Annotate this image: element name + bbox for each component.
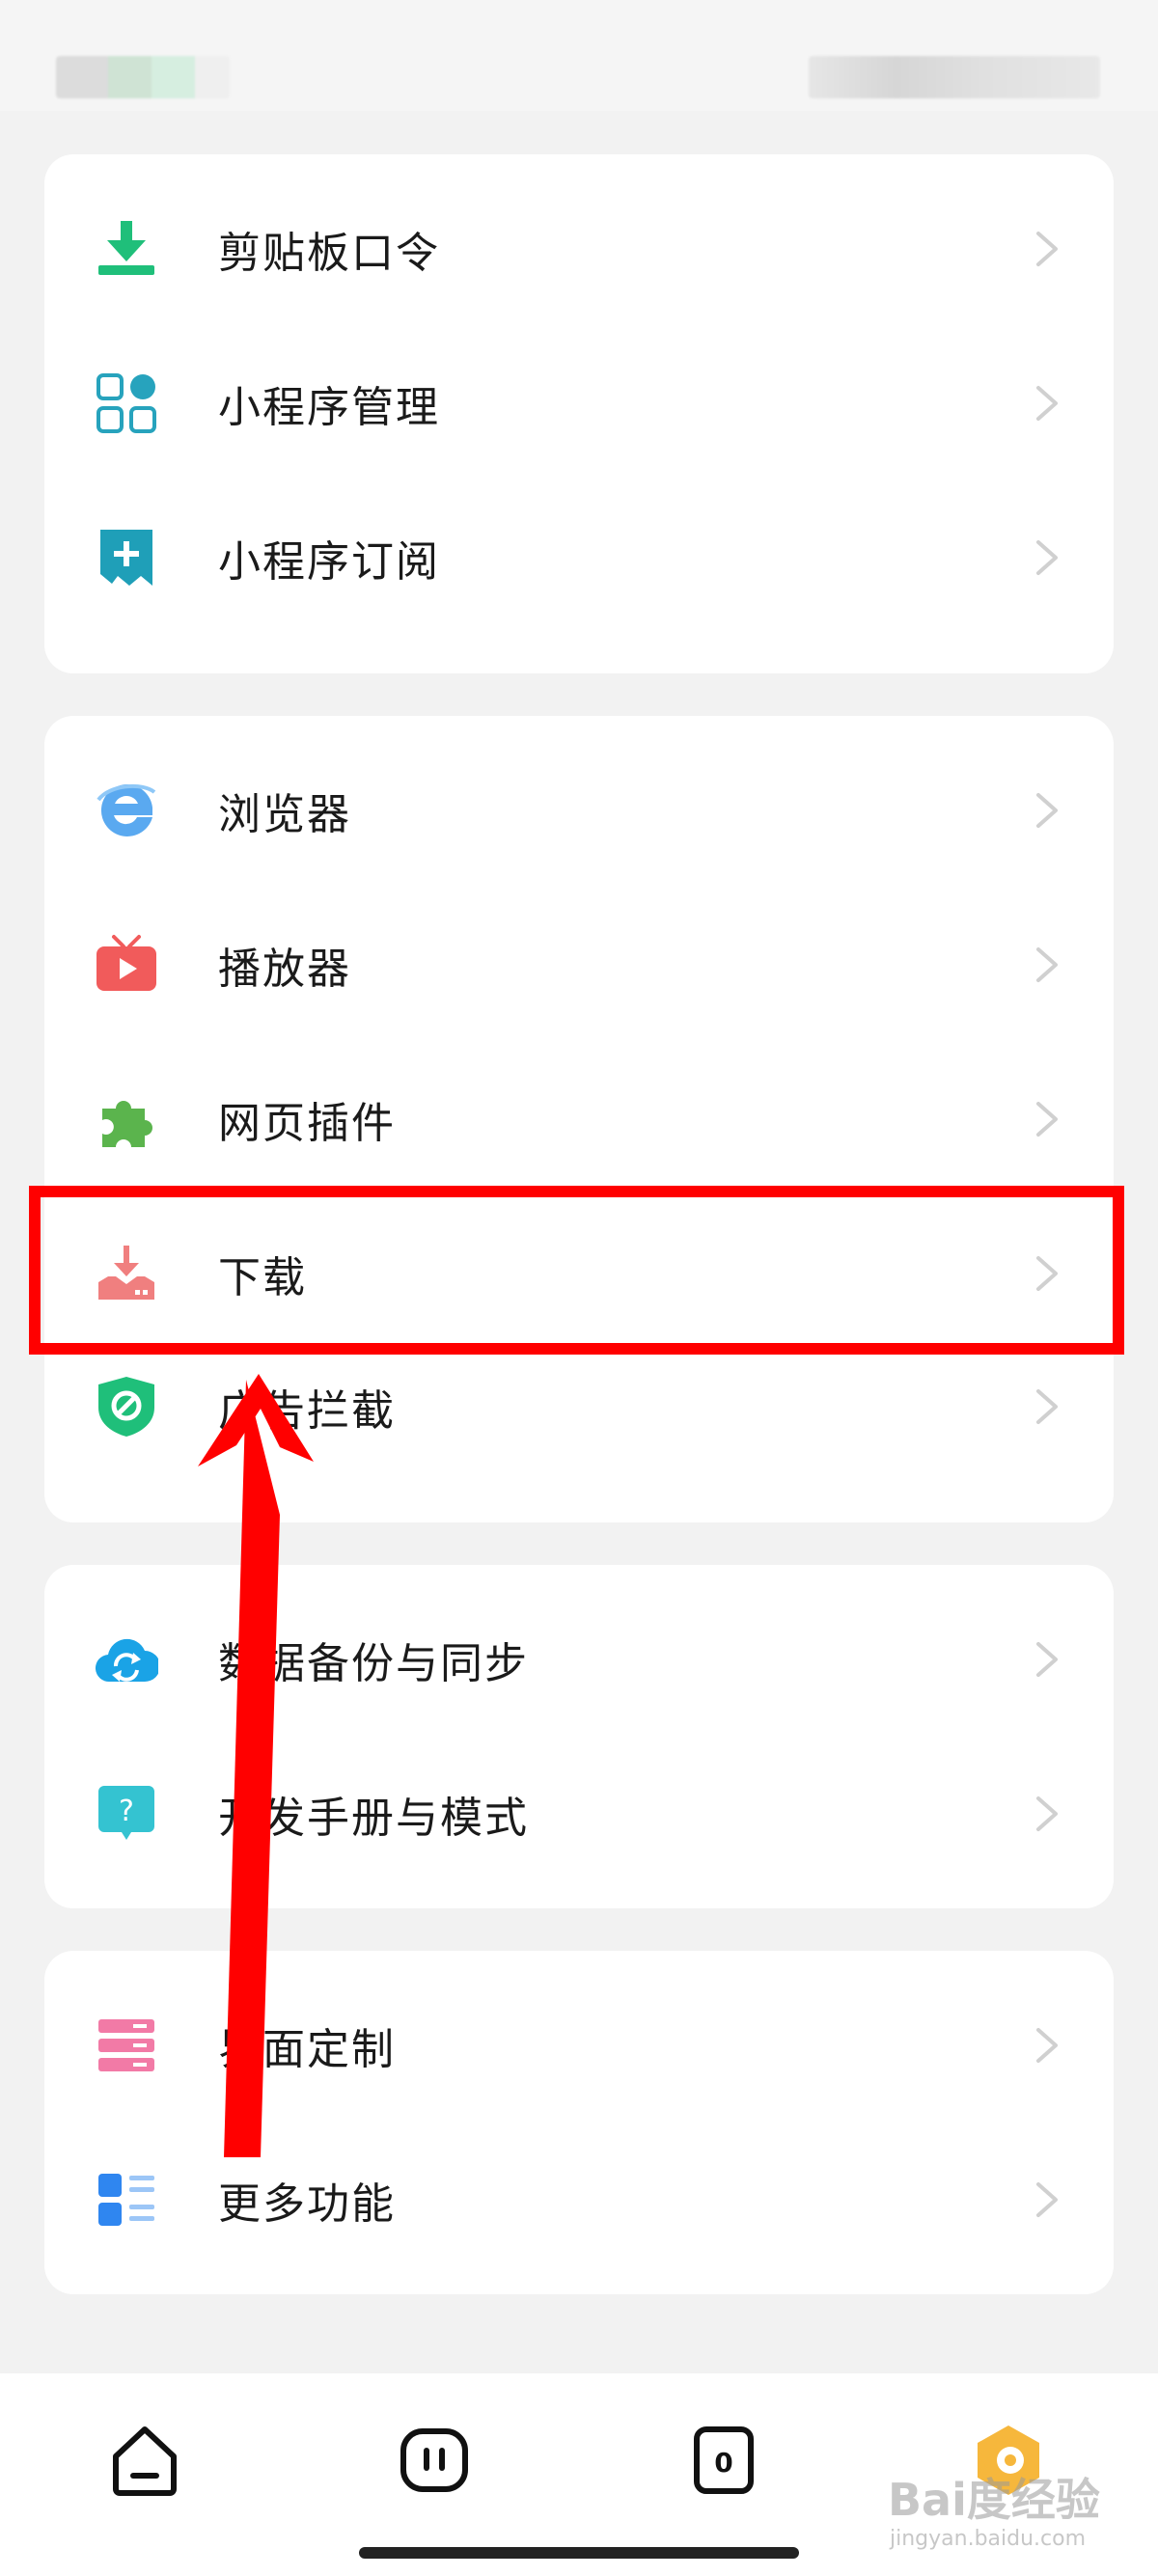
download-tray-icon (98, 1246, 154, 1300)
chevron-right-icon (1036, 793, 1058, 828)
menu-item-mini-program-manage[interactable]: 小程序管理 (44, 326, 1114, 480)
tab-count[interactable]: 0 (685, 2422, 762, 2499)
chevron-right-icon (1036, 540, 1058, 575)
chevron-right-icon (1036, 947, 1058, 982)
tab-home[interactable] (106, 2422, 183, 2499)
menu-item-label: 开发手册与模式 (218, 1794, 529, 1843)
menu-item-label: 网页插件 (218, 1099, 396, 1148)
puzzle-plugin-icon (102, 1101, 152, 1147)
tv-player-icon (96, 935, 156, 991)
settings-card-1: 剪贴板口令 小程序管理 小程序订阅 (44, 154, 1114, 673)
watermark-main: Bai度经验 (888, 2474, 1100, 2526)
tabs-icon (400, 2428, 468, 2492)
menu-item-label: 浏览器 (218, 790, 351, 839)
counter-icon: 0 (694, 2426, 754, 2494)
chevron-right-icon (1036, 2182, 1058, 2217)
watermark-sub: jingyan.baidu.com (890, 2527, 1087, 2551)
menu-item-mini-program-subscribe[interactable]: 小程序订阅 (44, 480, 1114, 635)
chevron-right-icon (1036, 386, 1058, 421)
menu-item-dev-manual-mode[interactable]: ? 开发手册与模式 (44, 1737, 1114, 1891)
bookmark-add-icon (100, 530, 152, 586)
chevron-right-icon (1036, 1796, 1058, 1831)
apps-grid-icon (96, 373, 156, 433)
menu-item-label: 播放器 (218, 945, 351, 994)
chevron-right-icon (1036, 1389, 1058, 1424)
status-bar-left-blurred (56, 56, 230, 98)
tab-tabs[interactable] (396, 2422, 473, 2499)
svg-text:?: ? (119, 1795, 134, 1828)
chevron-right-icon (1036, 1642, 1058, 1677)
chevron-right-icon (1036, 1256, 1058, 1291)
menu-item-web-plugin[interactable]: 网页插件 (44, 1042, 1114, 1196)
browser-e-icon (96, 783, 156, 836)
menu-item-player[interactable]: 播放器 (44, 888, 1114, 1042)
menu-item-label: 小程序管理 (218, 383, 440, 432)
menu-item-clipboard-command[interactable]: 剪贴板口令 (44, 172, 1114, 326)
home-indicator[interactable] (359, 2547, 799, 2559)
status-bar (0, 0, 1158, 111)
menu-item-label: 数据备份与同步 (218, 1639, 529, 1688)
menu-item-browser[interactable]: 浏览器 (44, 733, 1114, 888)
menu-item-ad-block[interactable]: 广告拦截 (44, 1329, 1114, 1484)
chevron-right-icon (1036, 1102, 1058, 1137)
menu-item-label: 小程序订阅 (218, 537, 440, 587)
menu-item-more-features[interactable]: 更多功能 (44, 2123, 1114, 2277)
status-bar-right-blurred (809, 56, 1100, 98)
ad-block-shield-icon (98, 1377, 154, 1437)
chevron-right-icon (1036, 2028, 1058, 2063)
baidu-jingyan-watermark: Bai度经验 jingyan.baidu.com (888, 2465, 1139, 2571)
list-more-icon (98, 2174, 154, 2226)
menu-item-label: 广告拦截 (218, 1386, 396, 1436)
tab-count-badge: 0 (714, 2447, 732, 2479)
menu-item-data-backup-sync[interactable]: 数据备份与同步 (44, 1582, 1114, 1737)
clipboard-download-icon (98, 221, 154, 275)
help-bubble-icon: ? (98, 1786, 154, 1840)
chevron-right-icon (1036, 232, 1058, 266)
menu-item-label: 剪贴板口令 (218, 229, 440, 278)
menu-item-ui-customize[interactable]: 界面定制 (44, 1968, 1114, 2123)
settings-card-3: 数据备份与同步 ? 开发手册与模式 (44, 1565, 1114, 1908)
settings-card-2: 浏览器 播放器 网页插件 下载 广告拦截 (44, 716, 1114, 1522)
menu-item-download[interactable]: 下载 (44, 1196, 1114, 1351)
cloud-sync-icon (95, 1638, 158, 1683)
menu-item-label: 下载 (218, 1253, 307, 1302)
settings-card-4: 界面定制 更多功能 (44, 1951, 1114, 2294)
home-icon (113, 2426, 177, 2496)
layout-stack-icon (98, 2019, 154, 2071)
menu-item-label: 更多功能 (218, 2179, 396, 2229)
menu-item-label: 界面定制 (218, 2025, 396, 2074)
